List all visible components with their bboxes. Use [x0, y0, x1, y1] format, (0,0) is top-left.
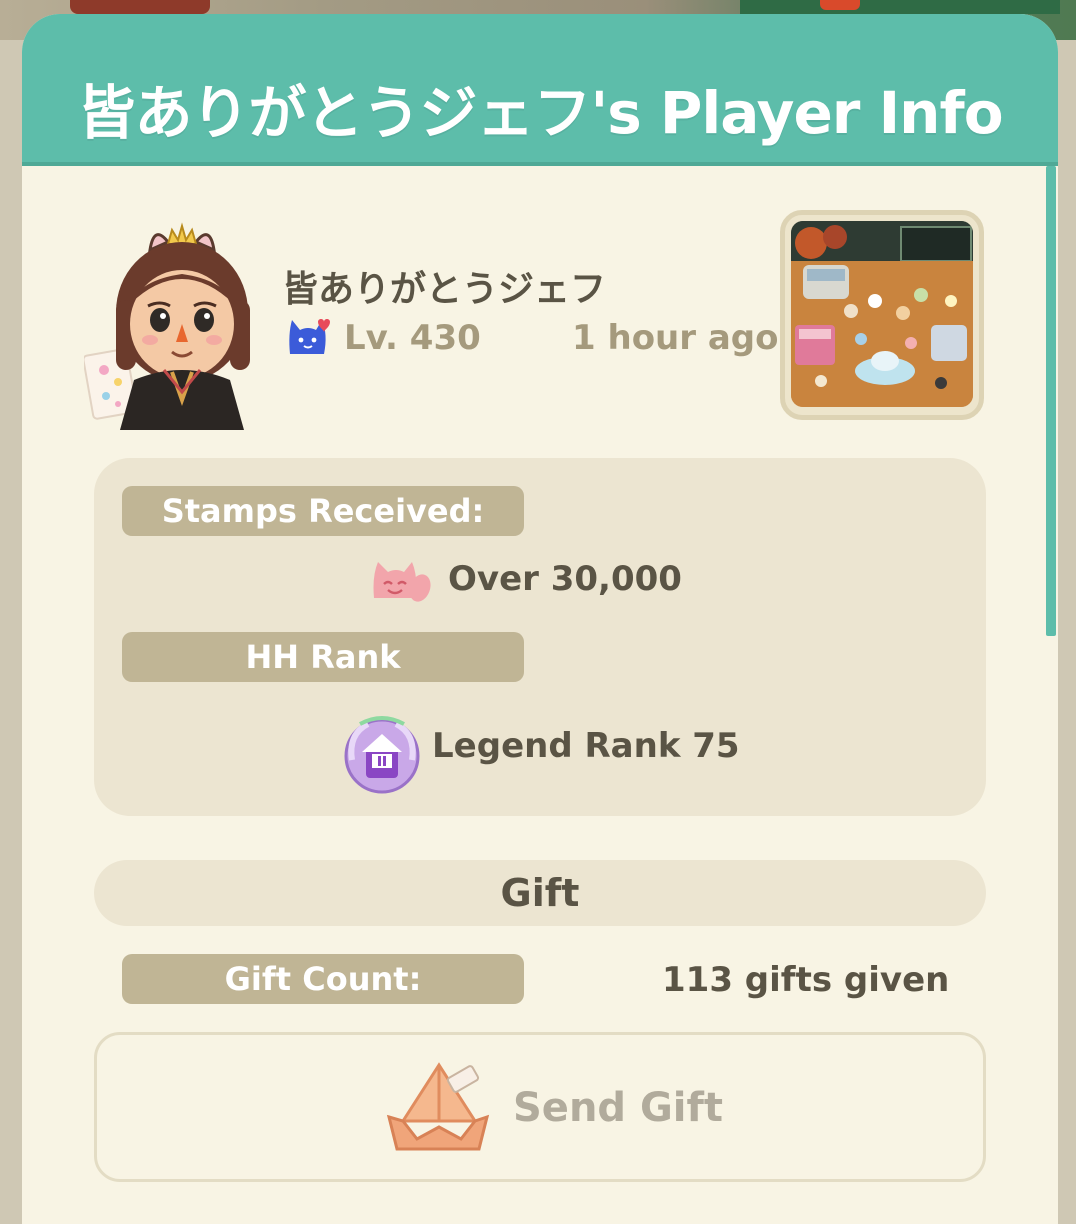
campsite-thumbnail[interactable]	[780, 210, 984, 420]
stamps-received-value: Over 30,000	[448, 559, 682, 599]
gift-box-icon	[386, 1062, 490, 1151]
gift-section-header: Gift	[94, 860, 986, 926]
player-avatar[interactable]	[84, 220, 264, 430]
send-gift-label: Send Gift	[513, 1085, 724, 1131]
panel-title: 皆ありがとうジェフ's Player Info	[77, 79, 1003, 147]
background-object	[820, 0, 860, 10]
scrollbar[interactable]	[1046, 166, 1056, 636]
gift-count-label: Gift Count:	[122, 954, 524, 1004]
hh-rank-label: HH Rank	[122, 632, 524, 682]
send-gift-button[interactable]: Send Gift	[94, 1032, 986, 1182]
gift-count-value: 113 gifts given	[662, 960, 950, 1000]
cat-heart-icon	[289, 319, 330, 354]
player-level: Lv. 430	[344, 318, 481, 358]
stamp-icon	[373, 562, 431, 602]
campsite-image	[791, 221, 973, 407]
legend-rank-badge-icon	[344, 716, 420, 794]
panel-header: 皆ありがとうジェフ's Player Info	[22, 14, 1058, 166]
player-name: 皆ありがとうジェフ	[282, 269, 607, 310]
background-object	[70, 0, 210, 14]
last-seen-time: 1 hour ago	[572, 318, 779, 358]
background-object	[740, 0, 1060, 14]
player-info-panel: 皆ありがとうジェフ's Player Info 皆ありがとうジェフ Lv. 43…	[22, 14, 1058, 1224]
stamps-received-label: Stamps Received:	[122, 486, 524, 536]
hh-rank-value: Legend Rank 75	[432, 726, 740, 766]
